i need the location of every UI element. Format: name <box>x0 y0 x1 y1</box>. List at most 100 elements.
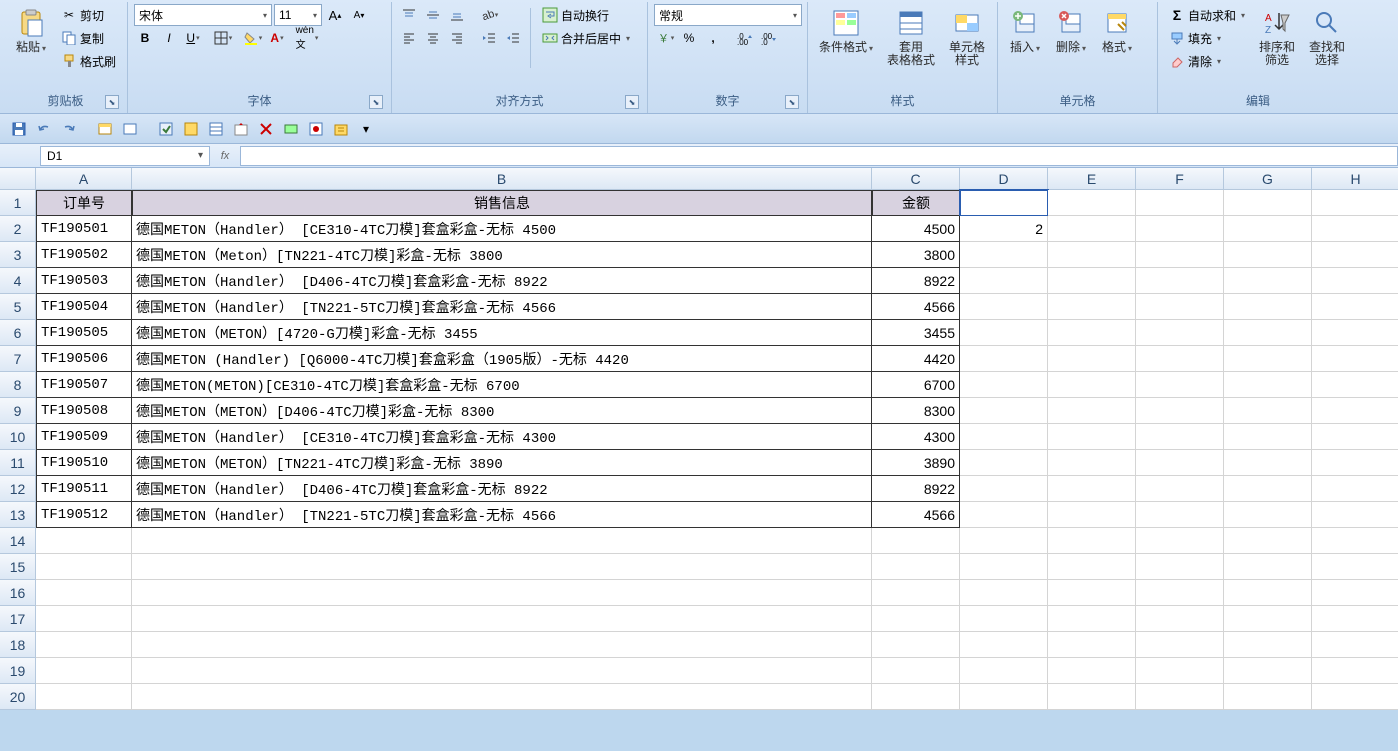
cell-A19[interactable] <box>36 658 132 684</box>
cell-G13[interactable] <box>1224 502 1312 528</box>
col-header-G[interactable]: G <box>1224 168 1312 190</box>
cell-B16[interactable] <box>132 580 872 606</box>
cell-C18[interactable] <box>872 632 960 658</box>
delete-button[interactable]: 删除▾ <box>1050 4 1092 57</box>
cell-E13[interactable] <box>1048 502 1136 528</box>
cell-E19[interactable] <box>1048 658 1136 684</box>
increase-indent-button[interactable] <box>502 27 524 49</box>
qat-btn-10[interactable] <box>330 118 352 140</box>
col-header-D[interactable]: D <box>960 168 1048 190</box>
cell-H4[interactable] <box>1312 268 1398 294</box>
qat-btn-9[interactable] <box>305 118 327 140</box>
cell-H17[interactable] <box>1312 606 1398 632</box>
cell-A12[interactable]: TF190511 <box>36 476 132 502</box>
cell-F2[interactable] <box>1136 216 1224 242</box>
row-header-11[interactable]: 11 <box>0 450 36 476</box>
cell-G15[interactable] <box>1224 554 1312 580</box>
row-header-10[interactable]: 10 <box>0 424 36 450</box>
cell-A7[interactable]: TF190506 <box>36 346 132 372</box>
cell-D12[interactable] <box>960 476 1048 502</box>
cell-B4[interactable]: 德国METON（Handler） [D406-4TC刀模]套盒彩盒-无标 892… <box>132 268 872 294</box>
decrease-font-button[interactable]: A▾ <box>348 4 370 26</box>
cell-G9[interactable] <box>1224 398 1312 424</box>
cell-B1[interactable]: 销售信息 <box>132 190 872 216</box>
cell-A2[interactable]: TF190501 <box>36 216 132 242</box>
cell-styles-button[interactable]: 单元格 样式 <box>944 4 990 70</box>
cell-A3[interactable]: TF190502 <box>36 242 132 268</box>
cell-H10[interactable] <box>1312 424 1398 450</box>
cell-E16[interactable] <box>1048 580 1136 606</box>
cell-H8[interactable] <box>1312 372 1398 398</box>
cell-F11[interactable] <box>1136 450 1224 476</box>
cell-H6[interactable] <box>1312 320 1398 346</box>
formula-input[interactable] <box>240 146 1398 166</box>
row-header-5[interactable]: 5 <box>0 294 36 320</box>
row-header-20[interactable]: 20 <box>0 684 36 710</box>
name-box[interactable]: D1▾ <box>40 146 210 166</box>
cell-G5[interactable] <box>1224 294 1312 320</box>
cell-B15[interactable] <box>132 554 872 580</box>
percent-button[interactable]: % <box>678 27 700 49</box>
cell-E7[interactable] <box>1048 346 1136 372</box>
cell-B5[interactable]: 德国METON（Handler） [TN221-5TC刀模]套盒彩盒-无标 45… <box>132 294 872 320</box>
cell-D1[interactable] <box>960 190 1048 216</box>
cell-G17[interactable] <box>1224 606 1312 632</box>
cell-E3[interactable] <box>1048 242 1136 268</box>
cell-D19[interactable] <box>960 658 1048 684</box>
cell-C12[interactable]: 8922 <box>872 476 960 502</box>
align-middle-button[interactable] <box>422 4 444 26</box>
fx-button[interactable]: fx <box>216 147 234 165</box>
qat-btn-2[interactable] <box>119 118 141 140</box>
cell-H9[interactable] <box>1312 398 1398 424</box>
cell-B14[interactable] <box>132 528 872 554</box>
wrap-text-button[interactable]: 自动换行 <box>537 4 635 26</box>
cell-D14[interactable] <box>960 528 1048 554</box>
cell-F4[interactable] <box>1136 268 1224 294</box>
cell-B13[interactable]: 德国METON（Handler） [TN221-5TC刀模]套盒彩盒-无标 45… <box>132 502 872 528</box>
cell-G11[interactable] <box>1224 450 1312 476</box>
cell-F13[interactable] <box>1136 502 1224 528</box>
cell-H19[interactable] <box>1312 658 1398 684</box>
cell-C5[interactable]: 4566 <box>872 294 960 320</box>
align-top-button[interactable] <box>398 4 420 26</box>
cell-C13[interactable]: 4566 <box>872 502 960 528</box>
cell-E8[interactable] <box>1048 372 1136 398</box>
qat-btn-7[interactable] <box>255 118 277 140</box>
cell-C17[interactable] <box>872 606 960 632</box>
cell-A15[interactable] <box>36 554 132 580</box>
cell-G16[interactable] <box>1224 580 1312 606</box>
cell-H3[interactable] <box>1312 242 1398 268</box>
copy-button[interactable]: 复制 <box>56 27 121 49</box>
cell-H1[interactable] <box>1312 190 1398 216</box>
cell-E4[interactable] <box>1048 268 1136 294</box>
cell-A20[interactable] <box>36 684 132 710</box>
cell-B8[interactable]: 德国METON(METON)[CE310-4TC刀模]套盒彩盒-无标 6700 <box>132 372 872 398</box>
cell-A1[interactable]: 订单号 <box>36 190 132 216</box>
font-name-combo[interactable]: 宋体▾ <box>134 4 272 26</box>
cell-C4[interactable]: 8922 <box>872 268 960 294</box>
cell-E9[interactable] <box>1048 398 1136 424</box>
cell-H12[interactable] <box>1312 476 1398 502</box>
cell-G6[interactable] <box>1224 320 1312 346</box>
fill-color-button[interactable] <box>242 27 264 49</box>
cell-D20[interactable] <box>960 684 1048 710</box>
select-all-corner[interactable] <box>0 168 36 190</box>
format-button[interactable]: 格式▾ <box>1096 4 1138 57</box>
qat-btn-5[interactable] <box>205 118 227 140</box>
cell-G12[interactable] <box>1224 476 1312 502</box>
cell-A11[interactable]: TF190510 <box>36 450 132 476</box>
cell-B12[interactable]: 德国METON（Handler） [D406-4TC刀模]套盒彩盒-无标 892… <box>132 476 872 502</box>
cell-D16[interactable] <box>960 580 1048 606</box>
cell-F17[interactable] <box>1136 606 1224 632</box>
sort-filter-button[interactable]: AZ排序和 筛选 <box>1254 4 1300 70</box>
bold-button[interactable]: B <box>134 27 156 49</box>
cell-F6[interactable] <box>1136 320 1224 346</box>
qat-undo[interactable] <box>33 118 55 140</box>
align-center-button[interactable] <box>422 27 444 49</box>
cell-H2[interactable] <box>1312 216 1398 242</box>
cell-C10[interactable]: 4300 <box>872 424 960 450</box>
cell-B17[interactable] <box>132 606 872 632</box>
cell-A13[interactable]: TF190512 <box>36 502 132 528</box>
orientation-button[interactable]: ab <box>478 4 500 26</box>
cell-A10[interactable]: TF190509 <box>36 424 132 450</box>
